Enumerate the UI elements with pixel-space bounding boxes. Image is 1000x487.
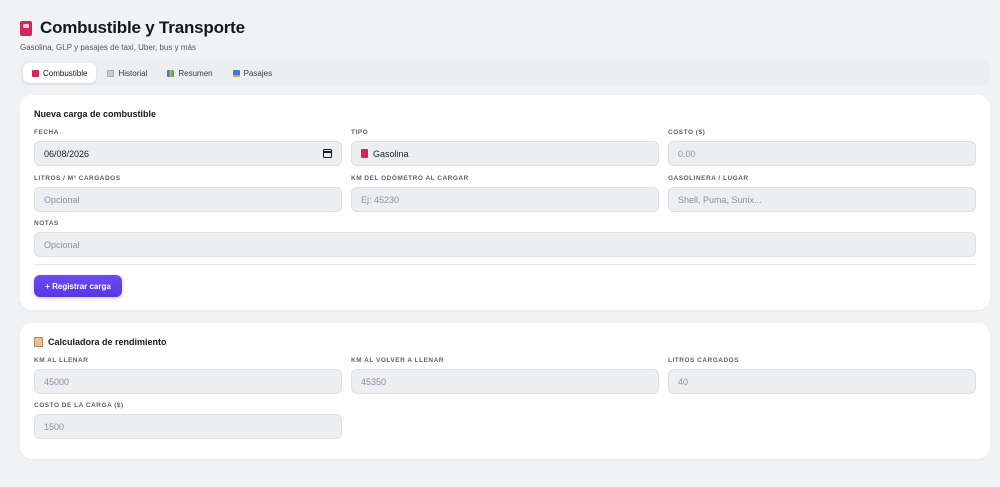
km-llenar-placeholder: 45000 (44, 376, 70, 387)
km-llenar-field: KM AL LLENAR 45000 (34, 357, 342, 394)
fecha-field: FECHA 06/08/2026 (34, 129, 342, 166)
notas-placeholder: Opcional (44, 239, 80, 250)
tab-label: Combustible (43, 68, 88, 78)
divider (34, 264, 976, 265)
page: Combustible y Transporte Gasolina, GLP y… (0, 0, 1000, 487)
costo-label: COSTO ($) (668, 129, 706, 136)
tab-historial[interactable]: Historial (98, 63, 156, 83)
km-volver-input[interactable]: 45350 (351, 369, 659, 394)
tab-resumen[interactable]: Resumen (158, 63, 221, 83)
fuel-form-card: Nueva carga de combustible FECHA 06/08/2… (20, 95, 990, 310)
calendar-icon[interactable] (323, 149, 332, 158)
km-volver-placeholder: 45350 (361, 376, 387, 387)
km-volver-label: KM AL VOLVER A LLENAR (351, 357, 444, 364)
page-subtitle: Gasolina, GLP y pasajes de taxi, Uber, b… (20, 43, 196, 52)
costo-carga-field: COSTO DE LA CARGA ($) 1500 (34, 402, 342, 439)
tab-label: Pasajes (243, 68, 273, 78)
costo-placeholder: 0.00 (678, 148, 696, 159)
fuel-form-title: Nueva carga de combustible (34, 109, 157, 119)
costo-carga-input[interactable]: 1500 (34, 414, 342, 439)
costo-carga-label: COSTO DE LA CARGA ($) (34, 402, 124, 409)
litros-cargados-label: LITROS CARGADOS (668, 357, 740, 364)
km-volver-field: KM AL VOLVER A LLENAR 45350 (351, 357, 659, 394)
km-odometro-field: KM DEL ODÓMETRO AL CARGAR Ej: 45230 (351, 175, 659, 212)
registrar-carga-button[interactable]: + Registrar carga (34, 275, 122, 297)
page-title: Combustible y Transporte (20, 18, 245, 38)
notas-input[interactable]: Opcional (34, 232, 976, 257)
costo-carga-placeholder: 1500 (44, 421, 65, 432)
bus-icon (232, 69, 240, 77)
tipo-value: Gasolina (373, 148, 409, 159)
litros-cargados-input[interactable]: 40 (668, 369, 976, 394)
fecha-input[interactable]: 06/08/2026 (34, 141, 342, 166)
costo-field: COSTO ($) 0.00 (668, 129, 976, 166)
fuel-pump-icon (32, 69, 39, 77)
tab-combustible[interactable]: Combustible (23, 63, 97, 83)
fecha-value: 06/08/2026 (44, 148, 90, 159)
calculator-title-text: Calculadora de rendimiento (48, 337, 167, 347)
litros-cargados-field: LITROS CARGADOS 40 (668, 357, 976, 394)
notas-label: NOTAS (34, 220, 59, 227)
notas-field: NOTAS Opcional (34, 220, 976, 257)
km-odometro-input[interactable]: Ej: 45230 (351, 187, 659, 212)
km-odometro-placeholder: Ej: 45230 (361, 194, 400, 205)
gasolinera-placeholder: Shell, Puma, Sunix... (678, 194, 762, 205)
fuel-pump-icon (20, 20, 32, 36)
tipo-select[interactable]: Gasolina (351, 141, 659, 166)
litros-field: LITROS / M³ CARGADOS Opcional (34, 175, 342, 212)
km-llenar-label: KM AL LLENAR (34, 357, 89, 364)
page-title-text: Combustible y Transporte (40, 18, 245, 37)
calculator-icon (34, 337, 43, 347)
litros-label: LITROS / M³ CARGADOS (34, 175, 121, 182)
clipboard-icon (107, 69, 115, 77)
gasolinera-input[interactable]: Shell, Puma, Sunix... (668, 187, 976, 212)
bar-chart-icon (167, 69, 175, 77)
page-header: Combustible y Transporte Gasolina, GLP y… (20, 18, 245, 52)
litros-placeholder: Opcional (44, 194, 80, 205)
tab-label: Historial (118, 68, 148, 78)
litros-input[interactable]: Opcional (34, 187, 342, 212)
fecha-label: FECHA (34, 129, 59, 136)
gasolinera-label: GASOLINERA / LUGAR (668, 175, 749, 182)
tab-pasajes[interactable]: Pasajes (224, 63, 281, 83)
litros-cargados-placeholder: 40 (678, 376, 689, 387)
km-llenar-input[interactable]: 45000 (34, 369, 342, 394)
km-odometro-label: KM DEL ODÓMETRO AL CARGAR (351, 175, 469, 182)
gasolinera-field: GASOLINERA / LUGAR Shell, Puma, Sunix... (668, 175, 976, 212)
tipo-label: TIPO (351, 129, 369, 136)
costo-input[interactable]: 0.00 (668, 141, 976, 166)
tipo-field: TIPO Gasolina (351, 129, 659, 166)
fuel-pump-icon (361, 149, 368, 158)
calculator-title: Calculadora de rendimiento (34, 337, 167, 347)
tab-bar: Combustible Historial Resumen Pasajes (20, 60, 990, 86)
tab-label: Resumen (178, 68, 213, 78)
calculator-card: Calculadora de rendimiento KM AL LLENAR … (20, 323, 990, 459)
